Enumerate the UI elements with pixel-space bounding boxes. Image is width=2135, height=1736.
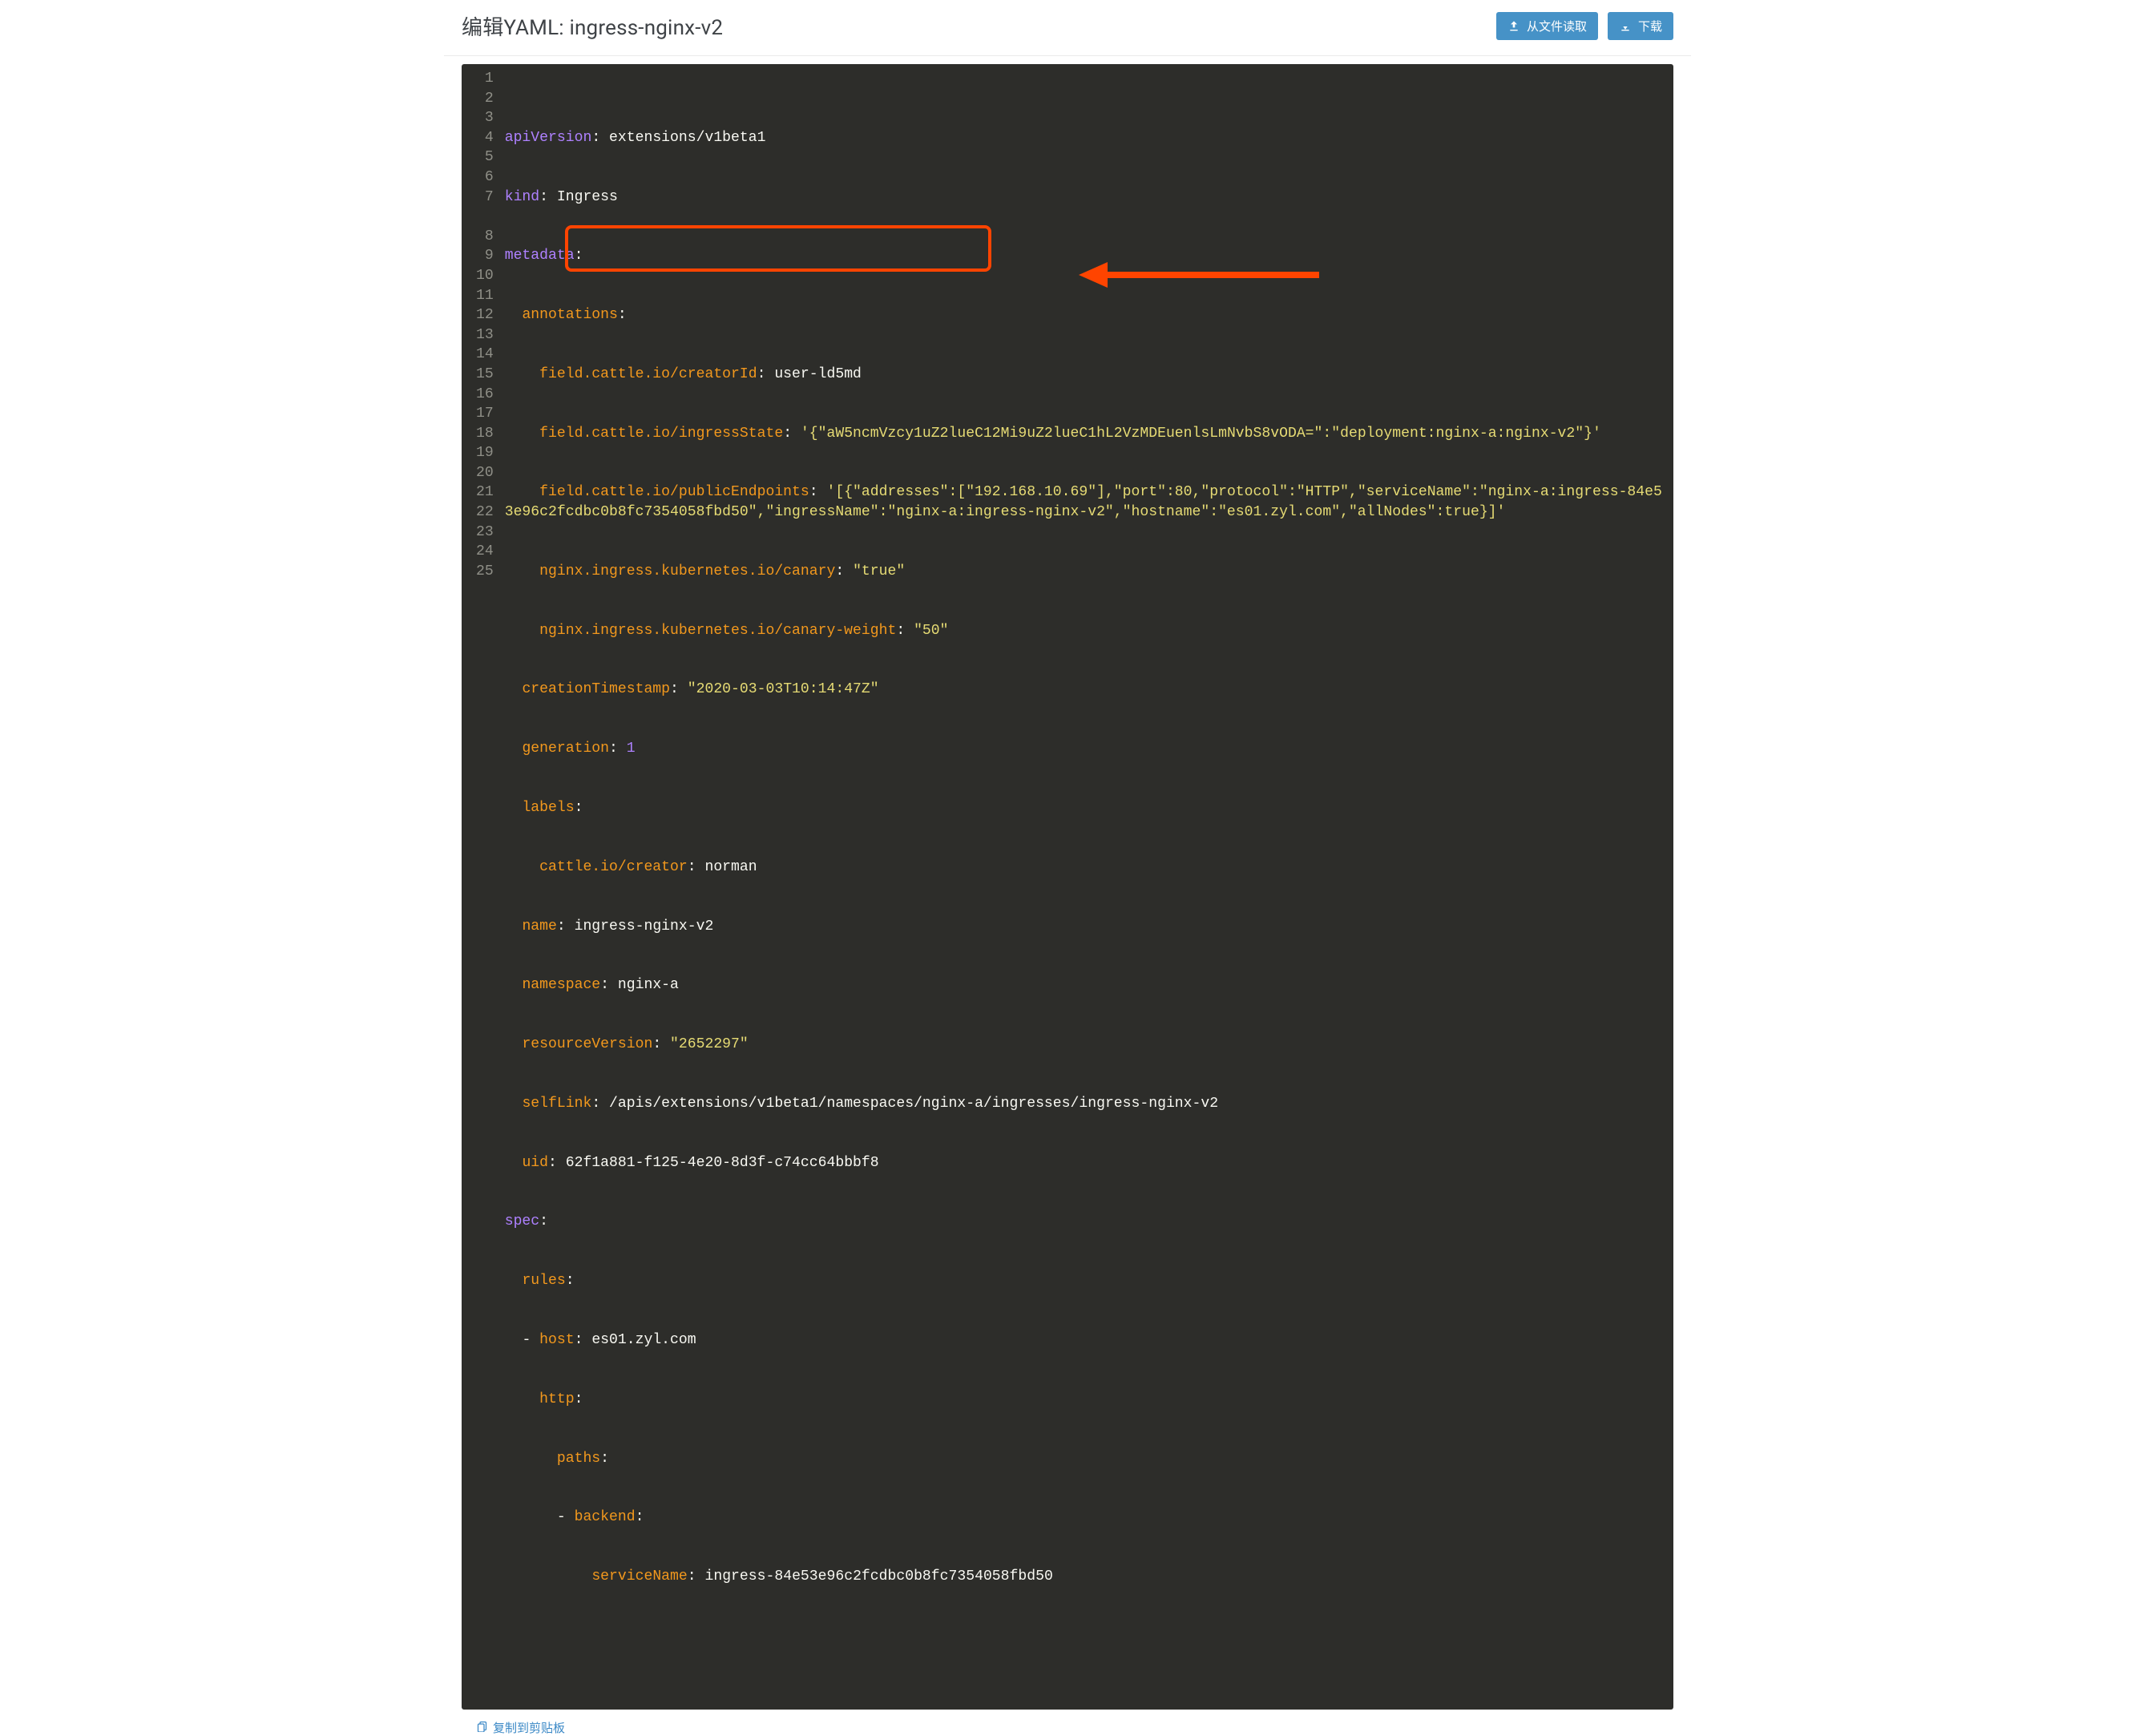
clipboard-icon	[476, 1720, 488, 1735]
code-line[interactable]: rules:	[505, 1271, 1664, 1291]
line-number: 12	[476, 305, 494, 325]
line-number: 22	[476, 503, 494, 523]
line-number: 6	[476, 168, 494, 188]
line-number: 5	[476, 147, 494, 168]
code-line[interactable]: field.cattle.io/ingressState: '{"aW5ncmV…	[505, 424, 1664, 444]
read-from-file-button[interactable]: 从文件读取	[1496, 12, 1598, 40]
code-line[interactable]: namespace: nginx-a	[505, 975, 1664, 995]
code-line[interactable]: labels:	[505, 798, 1664, 818]
yaml-editor[interactable]: 1234567891011121314151617181920212223242…	[462, 64, 1673, 1710]
page-title: 编辑YAML: ingress-nginx-v2	[462, 11, 723, 41]
line-number: 23	[476, 523, 494, 543]
line-number: 17	[476, 404, 494, 424]
code-line[interactable]: kind: Ingress	[505, 188, 1664, 208]
code-area[interactable]: apiVersion: extensions/v1beta1 kind: Ing…	[502, 64, 1673, 1710]
line-number: 8	[476, 227, 494, 247]
code-line[interactable]: serviceName: ingress-84e53e96c2fcdbc0b8f…	[505, 1567, 1664, 1587]
code-line[interactable]: apiVersion: extensions/v1beta1	[505, 128, 1664, 148]
code-line[interactable]: uid: 62f1a881-f125-4e20-8d3f-c74cc64bbbf…	[505, 1153, 1664, 1173]
code-line[interactable]: resourceVersion: "2652297"	[505, 1035, 1664, 1055]
code-line[interactable]: nginx.ingress.kubernetes.io/canary: "tru…	[505, 562, 1664, 582]
code-line[interactable]: metadata:	[505, 246, 1664, 266]
title-prefix: 编辑YAML:	[462, 16, 569, 40]
download-label: 下载	[1638, 18, 1662, 34]
line-number: 25	[476, 562, 494, 582]
line-number: 4	[476, 128, 494, 148]
line-number: 13	[476, 325, 494, 345]
code-line[interactable]: field.cattle.io/creatorId: user-ld5md	[505, 365, 1664, 385]
upload-icon	[1507, 20, 1520, 33]
code-line[interactable]: creationTimestamp: "2020-03-03T10:14:47Z…	[505, 680, 1664, 700]
header-actions: 从文件读取 下载	[1496, 12, 1673, 40]
line-number: 20	[476, 463, 494, 483]
line-gutter: 1234567891011121314151617181920212223242…	[462, 64, 502, 1710]
editor-wrap: 1234567891011121314151617181920212223242…	[444, 56, 1691, 1713]
title-object: ingress-nginx-v2	[569, 16, 723, 40]
line-number: 19	[476, 443, 494, 463]
code-line[interactable]: http:	[505, 1390, 1664, 1410]
panel-header: 编辑YAML: ingress-nginx-v2 从文件读取 下载	[444, 0, 1691, 56]
yaml-edit-panel: { "header": { "title_prefix": "编辑YAML: "…	[444, 0, 1691, 1736]
line-number: 16	[476, 385, 494, 405]
code-line[interactable]: annotations:	[505, 305, 1664, 325]
line-number: 18	[476, 424, 494, 444]
line-number: 3	[476, 108, 494, 128]
code-line[interactable]: generation: 1	[505, 739, 1664, 759]
download-icon	[1619, 20, 1632, 33]
line-number: 21	[476, 482, 494, 503]
copy-to-clipboard-link[interactable]: 复制到剪贴板	[476, 1719, 565, 1736]
code-line[interactable]: field.cattle.io/publicEndpoints: '[{"add…	[505, 482, 1664, 522]
line-number: 24	[476, 542, 494, 562]
line-number: 1	[476, 69, 494, 89]
code-line[interactable]: - backend:	[505, 1508, 1664, 1528]
code-line[interactable]: name: ingress-nginx-v2	[505, 917, 1664, 937]
line-number: 7	[476, 188, 494, 227]
line-number: 11	[476, 286, 494, 306]
code-line[interactable]: paths:	[505, 1449, 1664, 1469]
code-line[interactable]: nginx.ingress.kubernetes.io/canary-weigh…	[505, 621, 1664, 641]
read-from-file-label: 从文件读取	[1527, 18, 1587, 34]
code-line[interactable]: spec:	[505, 1212, 1664, 1232]
line-number: 2	[476, 89, 494, 109]
line-number: 14	[476, 345, 494, 365]
copy-to-clipboard-label: 复制到剪贴板	[493, 1719, 565, 1736]
code-line[interactable]: - host: es01.zyl.com	[505, 1330, 1664, 1350]
line-number: 9	[476, 246, 494, 266]
download-button[interactable]: 下载	[1608, 12, 1673, 40]
code-line[interactable]: cattle.io/creator: norman	[505, 858, 1664, 878]
line-number: 10	[476, 266, 494, 286]
code-line[interactable]: selfLink: /apis/extensions/v1beta1/names…	[505, 1094, 1664, 1114]
line-number: 15	[476, 365, 494, 385]
